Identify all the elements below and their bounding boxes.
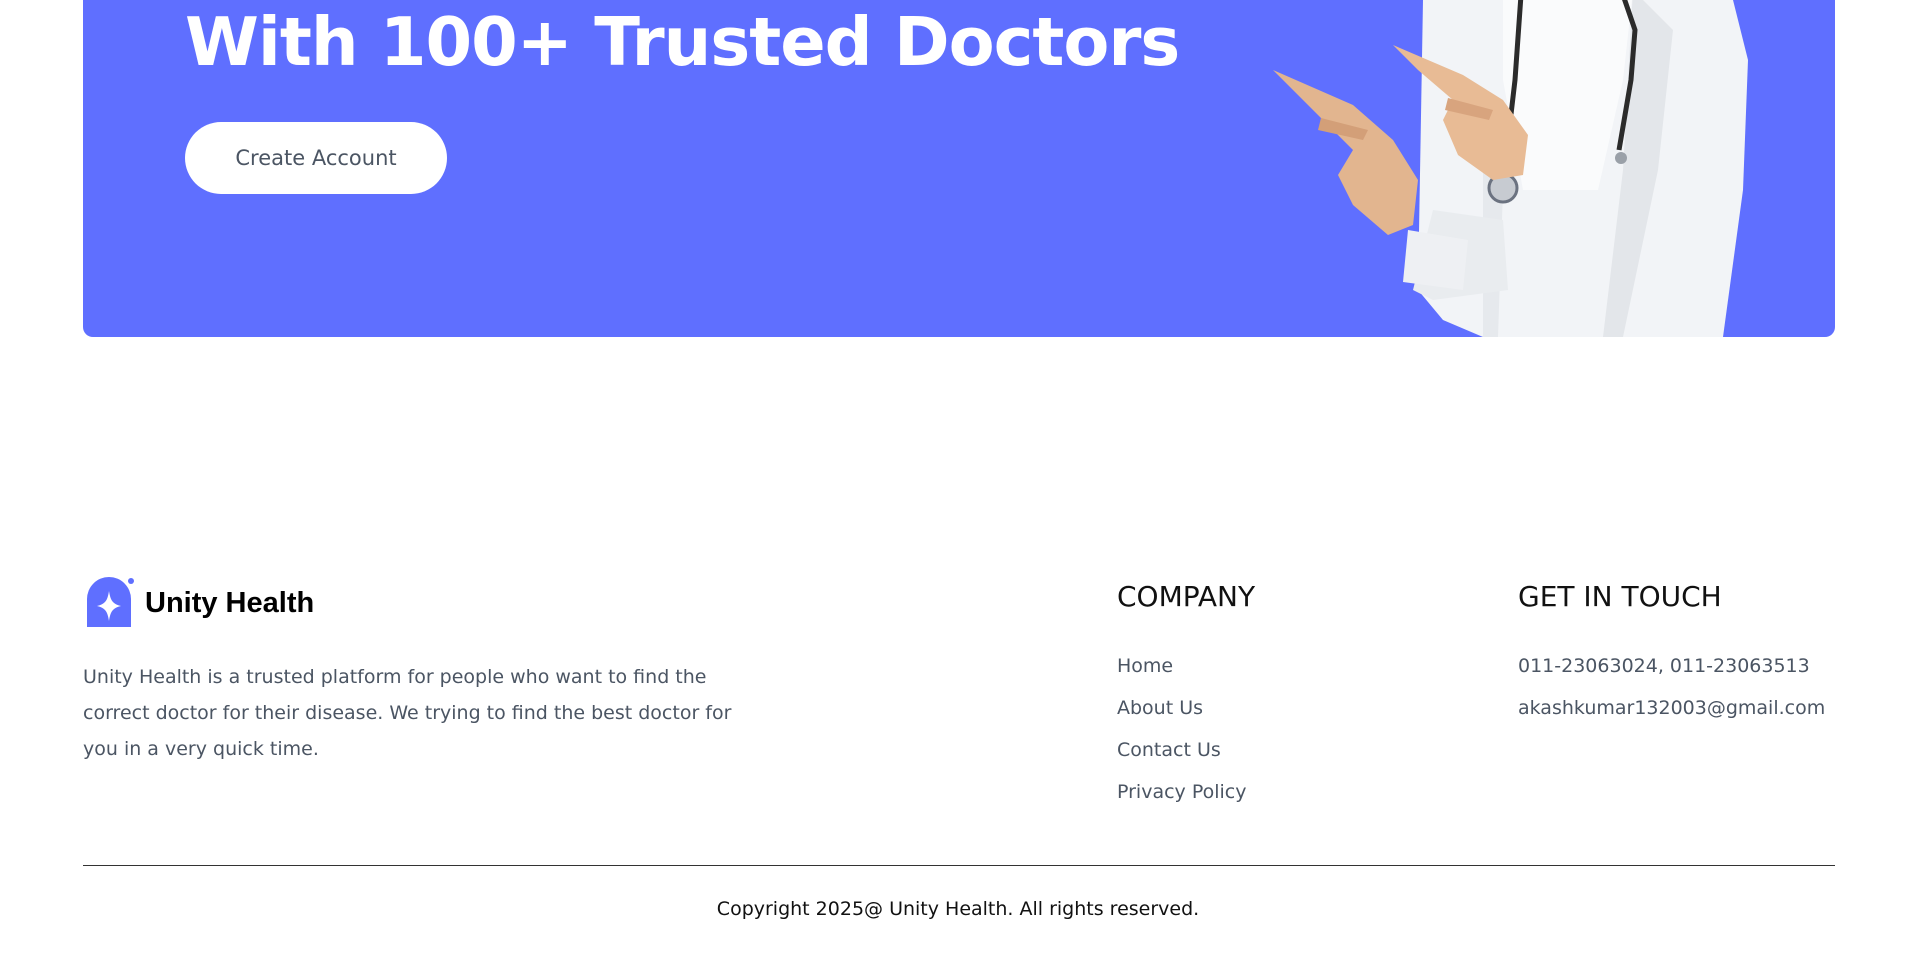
company-links: Home About Us Contact Us Privacy Policy [1117, 654, 1246, 822]
copyright-text: Copyright 2025@ Unity Health. All rights… [716, 898, 1200, 920]
contact-info: 011-23063024, 011-23063513 akashkumar132… [1518, 654, 1825, 738]
contact-phone: 011-23063024, 011-23063513 [1518, 655, 1810, 677]
brand-sparkle-logo-icon [87, 577, 134, 627]
get-in-touch-heading: GET IN TOUCH [1518, 580, 1722, 613]
banner-title: With 100+ Trusted Doctors [185, 3, 1180, 81]
doctor-image [1273, 0, 1748, 337]
footer-link-contact-us[interactable]: Contact Us [1117, 738, 1246, 780]
company-heading: COMPANY [1117, 580, 1256, 613]
create-account-button[interactable]: Create Account [185, 122, 447, 194]
footer-divider [83, 865, 1835, 866]
contact-email: akashkumar132003@gmail.com [1518, 697, 1826, 719]
brand-description: Unity Health is a trusted platform for p… [83, 666, 732, 760]
footer-link-home[interactable]: Home [1117, 654, 1246, 696]
hero-banner: With 100+ Trusted Doctors Create Account [83, 0, 1835, 337]
brand-name: Unity Health [145, 586, 315, 619]
footer-link-privacy-policy[interactable]: Privacy Policy [1117, 780, 1246, 822]
footer-link-about-us[interactable]: About Us [1117, 696, 1246, 738]
page: With 100+ Trusted Doctors Create Account [0, 0, 1916, 956]
footer-brand[interactable]: Unity Health [83, 577, 314, 629]
